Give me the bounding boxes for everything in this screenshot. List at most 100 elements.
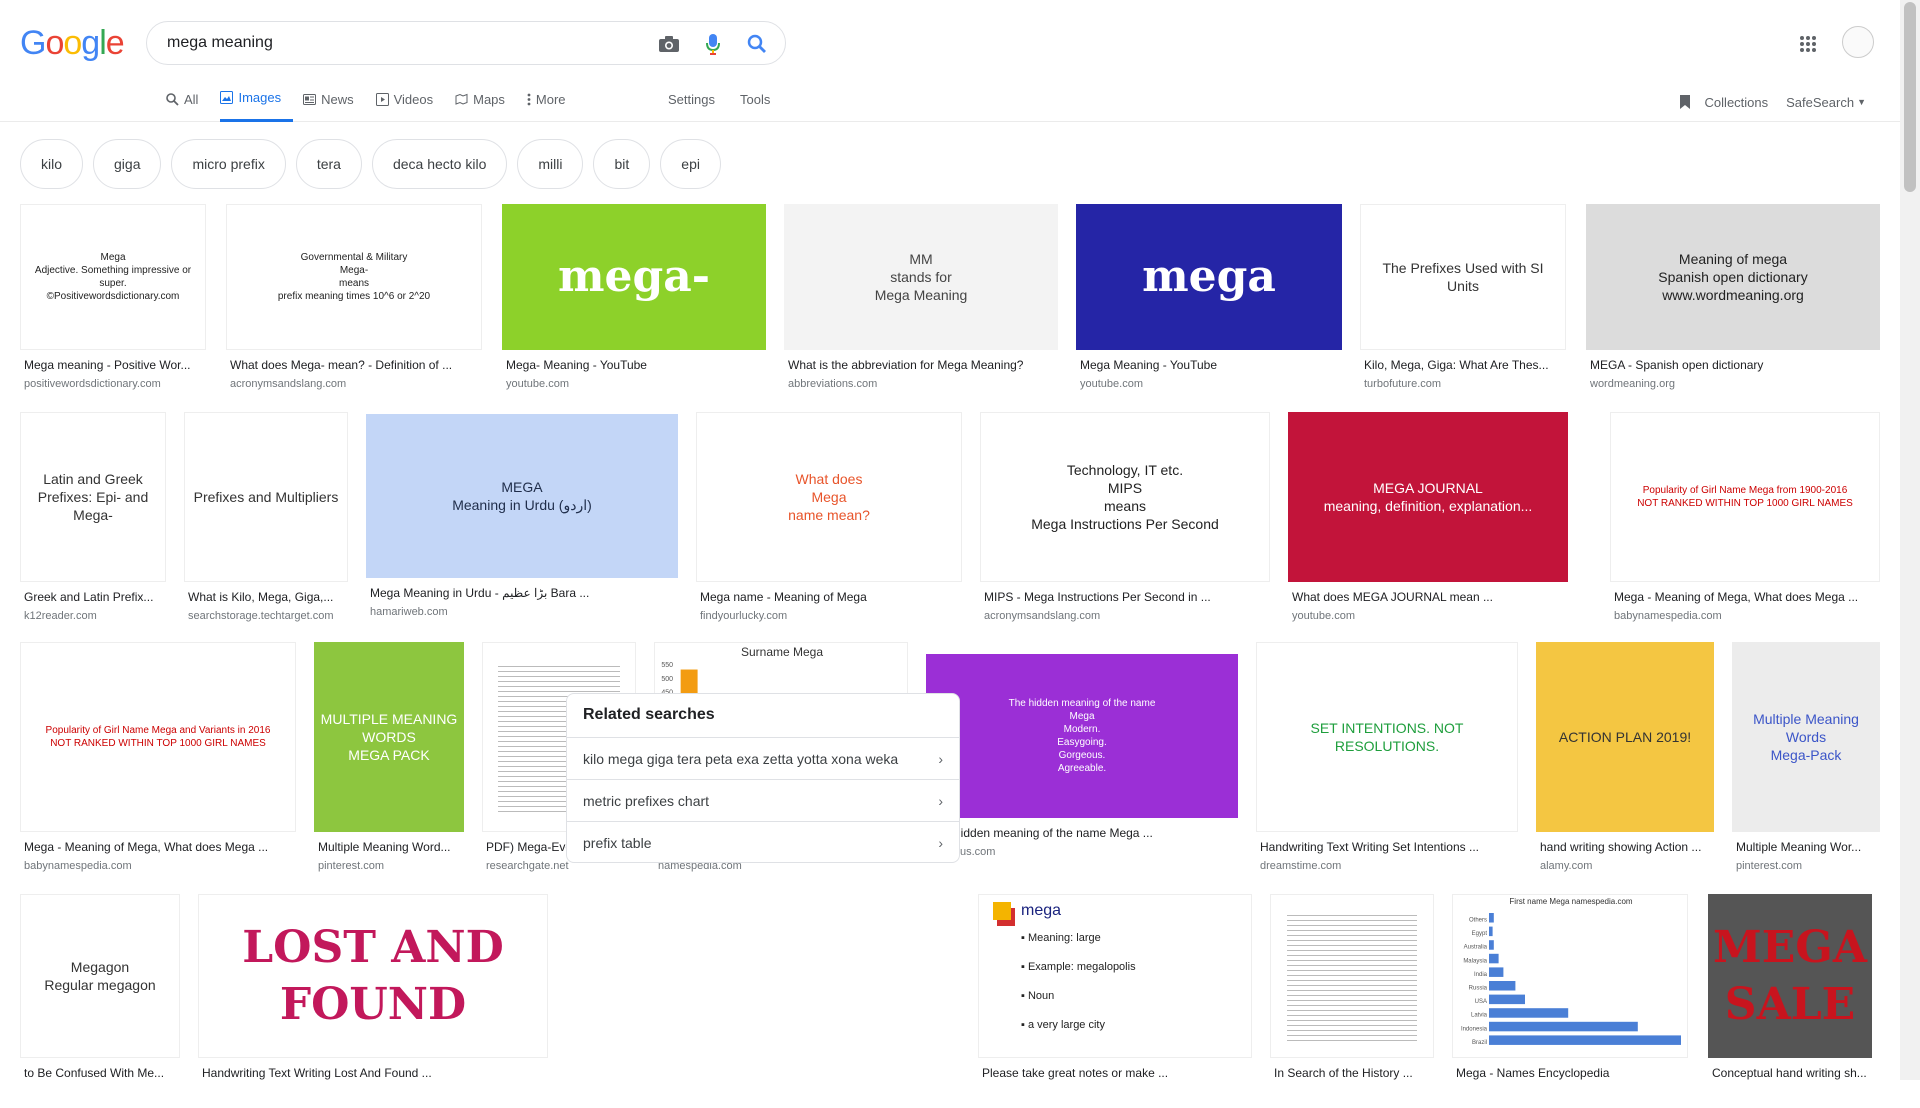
search-box[interactable] — [146, 21, 786, 65]
result-caption[interactable]: What does MEGA JOURNAL mean ... — [1292, 590, 1568, 604]
result-source[interactable]: babynamespedia.com — [24, 860, 296, 872]
result-caption[interactable]: hand writing showing Action ... — [1540, 840, 1714, 854]
image-result[interactable]: MEGA JOURNAL meaning, definition, explan… — [1288, 412, 1568, 632]
result-source[interactable]: alamy.com — [1540, 860, 1714, 872]
result-caption[interactable]: Mega - Meaning of Mega, What does Mega .… — [1614, 590, 1880, 604]
image-result[interactable]: The Prefixes Used with SI Units Kilo, Meg… — [1360, 204, 1566, 400]
image-result[interactable]: MEGA Meaning in Urdu (اردو) Mega Meaning … — [366, 414, 678, 628]
result-caption[interactable]: Greek and Latin Prefix... — [24, 590, 166, 604]
result-thumbnail[interactable]: Multiple Meaning Words Mega-Pack — [1732, 642, 1880, 832]
tab-videos[interactable]: Videos — [375, 88, 446, 122]
tab-maps[interactable]: Maps — [455, 88, 517, 122]
result-caption[interactable]: Handwriting Text Writing Lost And Found … — [202, 1066, 548, 1080]
result-thumbnail[interactable]: MM stands for Mega Meaning — [784, 204, 1058, 350]
result-thumbnail[interactable]: The Prefixes Used with SI Units — [1360, 204, 1566, 350]
result-source[interactable]: wordmeaning.org — [1590, 378, 1880, 390]
result-caption[interactable]: Mega- Meaning - YouTube — [506, 358, 766, 372]
result-caption[interactable]: What does Mega- mean? - Definition of ..… — [230, 358, 482, 372]
related-search-item[interactable]: kilo mega giga tera peta exa zetta yotta… — [567, 738, 959, 780]
image-result[interactable]: mega ▪ Meaning: large ▪ Example: megalopol… — [978, 894, 1252, 1108]
chip-micro-prefix[interactable]: micro prefix — [171, 139, 286, 189]
camera-icon[interactable] — [657, 32, 681, 56]
safesearch-button[interactable]: SafeSearch ▼ — [1786, 95, 1866, 110]
result-caption[interactable]: Multiple Meaning Wor... — [1736, 840, 1880, 854]
result-thumbnail[interactable]: ACTION PLAN 2019! — [1536, 642, 1714, 832]
result-thumbnail[interactable]: Popularity of Girl Name Mega and Variant… — [20, 642, 296, 832]
result-source[interactable]: searchstorage.techtarget.com — [188, 610, 348, 622]
result-source[interactable]: turbofuture.com — [1364, 378, 1566, 390]
tools-link[interactable]: Tools — [740, 92, 770, 107]
result-source[interactable]: youtube.com — [506, 378, 766, 390]
result-thumbnail[interactable]: mega ▪ Meaning: large ▪ Example: megalopol… — [978, 894, 1252, 1058]
result-thumbnail[interactable]: MEGA SALE — [1708, 894, 1872, 1058]
google-logo[interactable]: Google — [20, 24, 125, 63]
chip-milli[interactable]: milli — [517, 139, 584, 189]
result-thumbnail[interactable]: Mega Adjective. Something impressive or … — [20, 204, 206, 350]
result-thumbnail[interactable]: What does Mega name mean? — [696, 412, 962, 582]
result-source[interactable]: k12reader.com — [24, 610, 166, 622]
search-input[interactable] — [167, 34, 647, 52]
image-result[interactable]: SET INTENTIONS. NOT RESOLUTIONS. Handwrit… — [1256, 642, 1518, 882]
image-result[interactable]: MULTIPLE MEANING WORDS MEGA PACK Multiple… — [314, 642, 464, 882]
image-result[interactable]: MM stands for Mega Meaning What is the ab… — [784, 204, 1058, 400]
chip-tera[interactable]: tera — [295, 139, 362, 189]
image-result[interactable]: First name Mega namespedia.com Others Egyp… — [1452, 894, 1688, 1108]
image-result[interactable]: Popularity of Girl Name Mega and Variant… — [20, 642, 296, 882]
result-thumbnail[interactable]: Meaning of mega Spanish open dictionary … — [1586, 204, 1880, 350]
image-result[interactable]: Governmental & Military Mega- means pref… — [226, 204, 482, 400]
result-source[interactable]: acronymsandslang.com — [984, 610, 1270, 622]
result-thumbnail[interactable]: Technology, IT etc. MIPS means Mega Inst… — [980, 412, 1270, 582]
result-caption[interactable]: Kilo, Mega, Giga: What Are Thes... — [1364, 358, 1566, 372]
image-result[interactable]: The hidden meaning of the name Mega Mode… — [926, 654, 1238, 868]
result-thumbnail[interactable]: Latin and Greek Prefixes: Epi- and Mega- — [20, 412, 166, 582]
result-caption[interactable]: Mega Meaning - YouTube — [1080, 358, 1342, 372]
result-thumbnail[interactable]: The hidden meaning of the name Mega Mode… — [926, 654, 1238, 818]
result-thumbnail[interactable]: mega — [1076, 204, 1342, 350]
image-result[interactable]: mega- Mega- Meaning - YouTube youtube.com — [502, 204, 766, 400]
image-result[interactable]: Mega Adjective. Something impressive or … — [20, 204, 206, 400]
chip-giga[interactable]: giga — [93, 139, 162, 189]
result-caption[interactable]: Mega - Names Encyclopedia — [1456, 1066, 1688, 1080]
result-caption[interactable]: Mega Meaning in Urdu - بڑا عظیم Bara ... — [370, 586, 678, 600]
tab-news[interactable]: News — [303, 88, 366, 122]
scrollbar[interactable] — [1900, 0, 1920, 1080]
chip-epi[interactable]: epi — [660, 139, 721, 189]
image-result[interactable]: Popularity of Girl Name Mega from 1900-2… — [1610, 412, 1880, 632]
scrollbar-thumb[interactable] — [1904, 2, 1916, 192]
result-caption[interactable]: Multiple Meaning Word... — [318, 840, 464, 854]
microphone-icon[interactable] — [701, 32, 725, 56]
result-source[interactable]: acronymsandslang.com — [230, 378, 482, 390]
tab-images[interactable]: Images — [220, 88, 294, 122]
related-search-item[interactable]: metric prefixes chart › — [567, 780, 959, 822]
result-thumbnail[interactable]: mega- — [502, 204, 766, 350]
result-caption[interactable]: Mega name - Meaning of Mega — [700, 590, 962, 604]
chip-bit[interactable]: bit — [593, 139, 651, 189]
collections-button[interactable]: Collections — [1673, 90, 1768, 114]
image-result[interactable]: MEGA SALE Conceptual hand writing sh... — [1708, 894, 1872, 1108]
result-caption[interactable]: Mega - Meaning of Mega, What does Mega .… — [24, 840, 296, 854]
search-icon[interactable] — [745, 32, 769, 56]
image-result[interactable]: Prefixes and Multipliers What is Kilo, Me… — [184, 412, 348, 632]
apps-grid-icon[interactable] — [1796, 32, 1820, 56]
result-source[interactable]: pinterest.com — [1736, 860, 1880, 872]
tab-all[interactable]: All — [166, 88, 210, 122]
result-thumbnail[interactable]: Governmental & Military Mega- means pref… — [226, 204, 482, 350]
image-result[interactable]: ACTION PLAN 2019! hand writing showing Ac… — [1536, 642, 1714, 882]
chip-deca-hecto-kilo[interactable]: deca hecto kilo — [371, 139, 508, 189]
result-source[interactable]: youtube.com — [1292, 610, 1568, 622]
result-thumbnail[interactable]: SET INTENTIONS. NOT RESOLUTIONS. — [1256, 642, 1518, 832]
result-thumbnail[interactable]: First name Mega namespedia.com Others Egyp… — [1452, 894, 1688, 1058]
result-source[interactable]: positivewordsdictionary.com — [24, 378, 206, 390]
result-source[interactable]: babynamespedia.com — [1614, 610, 1880, 622]
result-thumbnail[interactable] — [1270, 894, 1434, 1058]
image-result[interactable]: Multiple Meaning Words Mega-Pack Multiple… — [1732, 642, 1880, 882]
result-thumbnail[interactable]: MEGA Meaning in Urdu (اردو) — [366, 414, 678, 578]
result-caption[interactable]: Handwriting Text Writing Set Intentions … — [1260, 840, 1518, 854]
result-source[interactable]: dreamstime.com — [1260, 860, 1518, 872]
result-thumbnail[interactable]: LOST AND FOUND — [198, 894, 548, 1058]
result-caption[interactable]: The hidden meaning of the name Mega ... — [930, 826, 1238, 840]
image-result[interactable]: LOST AND FOUND Handwriting Text Writing L… — [198, 894, 548, 1108]
result-caption[interactable]: MIPS - Mega Instructions Per Second in .… — [984, 590, 1270, 604]
result-thumbnail[interactable]: Prefixes and Multipliers — [184, 412, 348, 582]
result-caption[interactable]: Please take great notes or make ... — [982, 1066, 1252, 1080]
